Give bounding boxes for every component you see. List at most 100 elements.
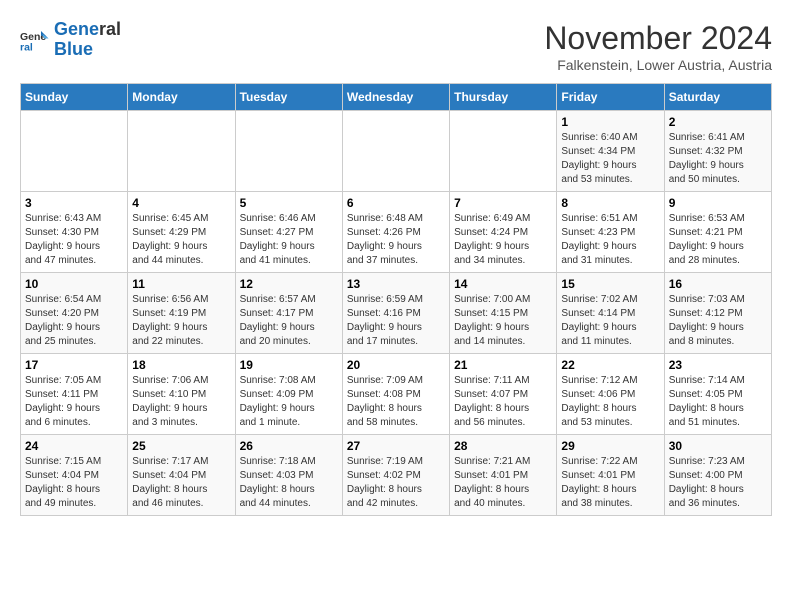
calendar-cell: 18Sunrise: 7:06 AM Sunset: 4:10 PM Dayli… xyxy=(128,354,235,435)
calendar-cell: 11 Sunrise: 6:56 AM Sunset: 4:19 PM Dayli… xyxy=(128,273,235,354)
day-number: 13 xyxy=(347,277,445,291)
month-title: November 2024 xyxy=(544,20,772,57)
day-info: Sunrise: 6:41 AM Sunset: 4:32 PM Dayligh… xyxy=(669,131,767,187)
day-info: Sunrise: 7:02 AM Sunset: 4:14 PM Dayligh… xyxy=(561,293,659,349)
calendar-cell: 20 Sunrise: 7:09 AM Sunset: 4:08 PM Dayli… xyxy=(342,354,449,435)
day-number: 4 xyxy=(132,196,230,210)
calendar-cell: 27 Sunrise: 7:19 AM Sunset: 4:02 PM Dayli… xyxy=(342,435,449,516)
calendar-cell xyxy=(128,111,235,192)
calendar-body: 1 Sunrise: 6:40 AM Sunset: 4:34 PM Daylig… xyxy=(21,111,772,516)
calendar-cell: 24 Sunrise: 7:15 AM Sunset: 4:04 PM Dayli… xyxy=(21,435,128,516)
day-number: 15 xyxy=(561,277,659,291)
day-info: Sunrise: 7:14 AM Sunset: 4:05 PM Dayligh… xyxy=(669,374,767,430)
day-info: Sunrise: 6:45 AM Sunset: 4:29 PM Dayligh… xyxy=(132,212,230,268)
calendar-cell: 1 Sunrise: 6:40 AM Sunset: 4:34 PM Daylig… xyxy=(557,111,664,192)
day-number: 23 xyxy=(669,358,767,372)
calendar-cell: 23 Sunrise: 7:14 AM Sunset: 4:05 PM Dayli… xyxy=(664,354,771,435)
location: Falkenstein, Lower Austria, Austria xyxy=(544,57,772,73)
day-info: Sunrise: 6:53 AM Sunset: 4:21 PM Dayligh… xyxy=(669,212,767,268)
header-friday: Friday xyxy=(557,84,664,111)
calendar-cell: 13 Sunrise: 6:59 AM Sunset: 4:16 PM Dayli… xyxy=(342,273,449,354)
day-info: Sunrise: 7:23 AM Sunset: 4:00 PM Dayligh… xyxy=(669,455,767,511)
day-info: Sunrise: 6:48 AM Sunset: 4:26 PM Dayligh… xyxy=(347,212,445,268)
day-info: Sunrise: 7:18 AM Sunset: 4:03 PM Dayligh… xyxy=(240,455,338,511)
header-sunday: Sunday xyxy=(21,84,128,111)
calendar-cell: 3 Sunrise: 6:43 AM Sunset: 4:30 PM Daylig… xyxy=(21,192,128,273)
title-block: November 2024 Falkenstein, Lower Austria… xyxy=(544,20,772,73)
day-number: 16 xyxy=(669,277,767,291)
day-info: Sunrise: 6:54 AM Sunset: 4:20 PM Dayligh… xyxy=(25,293,123,349)
calendar-week-4: 17Sunrise: 7:05 AM Sunset: 4:11 PM Dayli… xyxy=(21,354,772,435)
calendar-cell: 14Sunrise: 7:00 AM Sunset: 4:15 PM Dayli… xyxy=(450,273,557,354)
day-number: 10 xyxy=(25,277,123,291)
calendar-cell xyxy=(21,111,128,192)
day-number: 19 xyxy=(240,358,338,372)
calendar-cell: 28Sunrise: 7:21 AM Sunset: 4:01 PM Dayli… xyxy=(450,435,557,516)
day-info: Sunrise: 6:57 AM Sunset: 4:17 PM Dayligh… xyxy=(240,293,338,349)
day-number: 14 xyxy=(454,277,552,291)
day-number: 22 xyxy=(561,358,659,372)
header-wednesday: Wednesday xyxy=(342,84,449,111)
day-info: Sunrise: 6:40 AM Sunset: 4:34 PM Dayligh… xyxy=(561,131,659,187)
calendar-table: Sunday Monday Tuesday Wednesday Thursday… xyxy=(20,83,772,516)
day-number: 30 xyxy=(669,439,767,453)
header-row: Sunday Monday Tuesday Wednesday Thursday… xyxy=(21,84,772,111)
day-number: 11 xyxy=(132,277,230,291)
calendar-cell: 25 Sunrise: 7:17 AM Sunset: 4:04 PM Dayli… xyxy=(128,435,235,516)
calendar-cell: 10 Sunrise: 6:54 AM Sunset: 4:20 PM Dayli… xyxy=(21,273,128,354)
day-number: 5 xyxy=(240,196,338,210)
header-monday: Monday xyxy=(128,84,235,111)
calendar-cell: 16Sunrise: 7:03 AM Sunset: 4:12 PM Dayli… xyxy=(664,273,771,354)
day-number: 1 xyxy=(561,115,659,129)
day-number: 25 xyxy=(132,439,230,453)
calendar-cell: 22 Sunrise: 7:12 AM Sunset: 4:06 PM Dayli… xyxy=(557,354,664,435)
day-number: 18 xyxy=(132,358,230,372)
calendar-header: Sunday Monday Tuesday Wednesday Thursday… xyxy=(21,84,772,111)
day-info: Sunrise: 7:15 AM Sunset: 4:04 PM Dayligh… xyxy=(25,455,123,511)
day-info: Sunrise: 7:08 AM Sunset: 4:09 PM Dayligh… xyxy=(240,374,338,430)
day-number: 2 xyxy=(669,115,767,129)
header-thursday: Thursday xyxy=(450,84,557,111)
day-info: Sunrise: 7:09 AM Sunset: 4:08 PM Dayligh… xyxy=(347,374,445,430)
day-info: Sunrise: 7:12 AM Sunset: 4:06 PM Dayligh… xyxy=(561,374,659,430)
day-number: 21 xyxy=(454,358,552,372)
calendar-week-3: 10 Sunrise: 6:54 AM Sunset: 4:20 PM Dayli… xyxy=(21,273,772,354)
day-info: Sunrise: 6:49 AM Sunset: 4:24 PM Dayligh… xyxy=(454,212,552,268)
calendar-cell: 30 Sunrise: 7:23 AM Sunset: 4:00 PM Dayli… xyxy=(664,435,771,516)
day-number: 9 xyxy=(669,196,767,210)
logo-icon: Gene ral xyxy=(20,25,50,55)
calendar-cell: 29 Sunrise: 7:22 AM Sunset: 4:01 PM Dayli… xyxy=(557,435,664,516)
calendar-cell xyxy=(342,111,449,192)
day-info: Sunrise: 6:59 AM Sunset: 4:16 PM Dayligh… xyxy=(347,293,445,349)
day-number: 3 xyxy=(25,196,123,210)
day-info: Sunrise: 6:43 AM Sunset: 4:30 PM Dayligh… xyxy=(25,212,123,268)
logo-line2: Blue xyxy=(54,40,121,60)
calendar-week-2: 3 Sunrise: 6:43 AM Sunset: 4:30 PM Daylig… xyxy=(21,192,772,273)
day-number: 17 xyxy=(25,358,123,372)
day-info: Sunrise: 6:46 AM Sunset: 4:27 PM Dayligh… xyxy=(240,212,338,268)
calendar-week-1: 1 Sunrise: 6:40 AM Sunset: 4:34 PM Daylig… xyxy=(21,111,772,192)
day-info: Sunrise: 7:19 AM Sunset: 4:02 PM Dayligh… xyxy=(347,455,445,511)
day-info: Sunrise: 7:17 AM Sunset: 4:04 PM Dayligh… xyxy=(132,455,230,511)
calendar-cell: 2 Sunrise: 6:41 AM Sunset: 4:32 PM Daylig… xyxy=(664,111,771,192)
calendar-cell: 15 Sunrise: 7:02 AM Sunset: 4:14 PM Dayli… xyxy=(557,273,664,354)
day-number: 27 xyxy=(347,439,445,453)
day-number: 24 xyxy=(25,439,123,453)
calendar-cell: 5 Sunrise: 6:46 AM Sunset: 4:27 PM Daylig… xyxy=(235,192,342,273)
day-info: Sunrise: 6:56 AM Sunset: 4:19 PM Dayligh… xyxy=(132,293,230,349)
day-number: 29 xyxy=(561,439,659,453)
day-number: 20 xyxy=(347,358,445,372)
day-info: Sunrise: 7:11 AM Sunset: 4:07 PM Dayligh… xyxy=(454,374,552,430)
calendar-cell: 19 Sunrise: 7:08 AM Sunset: 4:09 PM Dayli… xyxy=(235,354,342,435)
calendar-cell: 21 Sunrise: 7:11 AM Sunset: 4:07 PM Dayli… xyxy=(450,354,557,435)
day-info: Sunrise: 7:22 AM Sunset: 4:01 PM Dayligh… xyxy=(561,455,659,511)
calendar-cell xyxy=(450,111,557,192)
calendar-cell: 8 Sunrise: 6:51 AM Sunset: 4:23 PM Daylig… xyxy=(557,192,664,273)
calendar-cell: 4 Sunrise: 6:45 AM Sunset: 4:29 PM Daylig… xyxy=(128,192,235,273)
day-info: Sunrise: 7:21 AM Sunset: 4:01 PM Dayligh… xyxy=(454,455,552,511)
day-number: 8 xyxy=(561,196,659,210)
day-number: 12 xyxy=(240,277,338,291)
calendar-cell: 7Sunrise: 6:49 AM Sunset: 4:24 PM Daylig… xyxy=(450,192,557,273)
day-number: 26 xyxy=(240,439,338,453)
day-info: Sunrise: 6:51 AM Sunset: 4:23 PM Dayligh… xyxy=(561,212,659,268)
